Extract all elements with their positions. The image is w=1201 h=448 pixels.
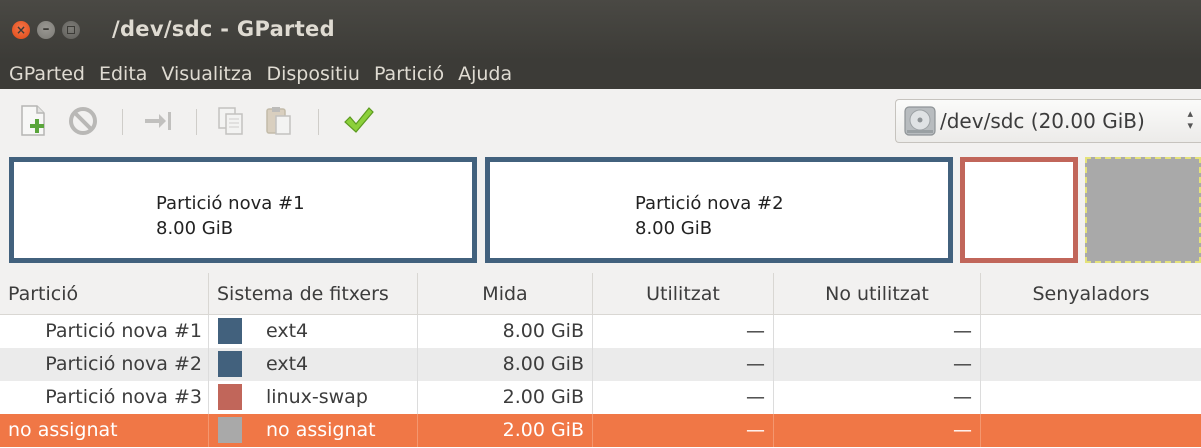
cell-partition: Partició nova #3 xyxy=(0,381,209,414)
maximize-icon[interactable] xyxy=(62,21,80,39)
table-row-selected[interactable]: no assignat no assignat 2.00 GiB — — xyxy=(0,414,1201,447)
table-row[interactable]: Partició nova #1 ext4 8.00 GiB — — xyxy=(0,315,1201,348)
cell-used: — xyxy=(593,414,774,447)
table-row[interactable]: Partició nova #3 linux-swap 2.00 GiB — — xyxy=(0,381,1201,414)
paste-icon[interactable] xyxy=(262,104,296,138)
partition-block-name: Partició nova #2 xyxy=(635,193,784,214)
menu-help[interactable]: Ajuda xyxy=(451,60,519,89)
column-header-unused[interactable]: No utilitzat xyxy=(774,273,981,315)
cell-filesystem: ext4 xyxy=(209,348,418,381)
partition-block-size: 8.00 GiB xyxy=(635,218,713,239)
hard-disk-icon xyxy=(904,106,936,136)
cell-filesystem: linux-swap xyxy=(209,381,418,414)
cell-size: 8.00 GiB xyxy=(418,348,593,381)
cell-filesystem: ext4 xyxy=(209,315,418,348)
partition-block-2[interactable]: Partició nova #2 8.00 GiB xyxy=(485,157,953,263)
cell-unused: — xyxy=(774,348,981,381)
cell-flags xyxy=(981,315,1201,348)
toolbar-separator xyxy=(318,109,319,135)
menu-edit[interactable]: Edita xyxy=(92,60,154,89)
window-title: /dev/sdc - GParted xyxy=(112,17,335,41)
partition-table: Partició Sistema de fitxers Mida Utilitz… xyxy=(0,273,1201,448)
cell-partition: Partició nova #2 xyxy=(0,348,209,381)
apply-icon[interactable] xyxy=(341,104,375,138)
cell-flags xyxy=(981,348,1201,381)
close-icon[interactable]: × xyxy=(12,21,30,39)
copy-icon[interactable] xyxy=(214,104,248,138)
cell-flags xyxy=(981,414,1201,447)
partition-graphic: Partició nova #1 8.00 GiB Partició nova … xyxy=(0,155,1201,273)
column-header-partition[interactable]: Partició xyxy=(0,273,209,315)
cell-partition: no assignat xyxy=(0,414,209,447)
cell-size: 2.00 GiB xyxy=(418,381,593,414)
column-header-filesystem[interactable]: Sistema de fitxers xyxy=(209,273,418,315)
cell-unused: — xyxy=(774,414,981,447)
menu-partition[interactable]: Partició xyxy=(367,60,451,89)
toolbar: /dev/sdc (20.00 GiB) ▴ ▾ xyxy=(0,89,1201,155)
menu-device[interactable]: Dispositiu xyxy=(260,60,367,89)
cell-partition: Partició nova #1 xyxy=(0,315,209,348)
cell-filesystem: no assignat xyxy=(209,414,418,447)
partition-block-size: 8.00 GiB xyxy=(156,218,234,239)
menu-gparted[interactable]: GParted xyxy=(0,60,92,89)
cell-used: — xyxy=(593,348,774,381)
cell-size: 2.00 GiB xyxy=(418,414,593,447)
cell-unused: — xyxy=(774,381,981,414)
table-row[interactable]: Partició nova #2 ext4 8.00 GiB — — xyxy=(0,348,1201,381)
menu-view[interactable]: Visualitza xyxy=(154,60,259,89)
menu-bar: GParted Edita Visualitza Dispositiu Part… xyxy=(0,60,1201,89)
cell-flags xyxy=(981,381,1201,414)
partition-block-3[interactable] xyxy=(960,157,1078,263)
device-selector[interactable]: /dev/sdc (20.00 GiB) ▴ ▾ xyxy=(895,99,1201,143)
new-partition-icon[interactable] xyxy=(17,104,51,138)
column-header-flags[interactable]: Senyaladors xyxy=(981,273,1201,315)
toolbar-separator xyxy=(122,109,123,135)
partition-block-name: Partició nova #1 xyxy=(156,193,305,214)
cell-unused: — xyxy=(774,315,981,348)
cell-used: — xyxy=(593,381,774,414)
minimize-icon[interactable]: – xyxy=(37,21,55,39)
delete-icon[interactable] xyxy=(66,104,100,138)
column-header-used[interactable]: Utilitzat xyxy=(593,273,774,315)
device-label: /dev/sdc (20.00 GiB) xyxy=(940,109,1145,133)
table-header: Partició Sistema de fitxers Mida Utilitz… xyxy=(0,273,1201,315)
cell-used: — xyxy=(593,315,774,348)
cell-size: 8.00 GiB xyxy=(418,315,593,348)
spin-arrows-icon[interactable]: ▴ ▾ xyxy=(1187,108,1193,132)
partition-block-1[interactable]: Partició nova #1 8.00 GiB xyxy=(9,157,477,263)
unallocated-block[interactable] xyxy=(1085,157,1201,263)
title-bar: × – /dev/sdc - GParted xyxy=(0,0,1201,60)
resize-move-icon[interactable] xyxy=(140,104,174,138)
toolbar-separator xyxy=(196,109,197,135)
column-header-size[interactable]: Mida xyxy=(418,273,593,315)
